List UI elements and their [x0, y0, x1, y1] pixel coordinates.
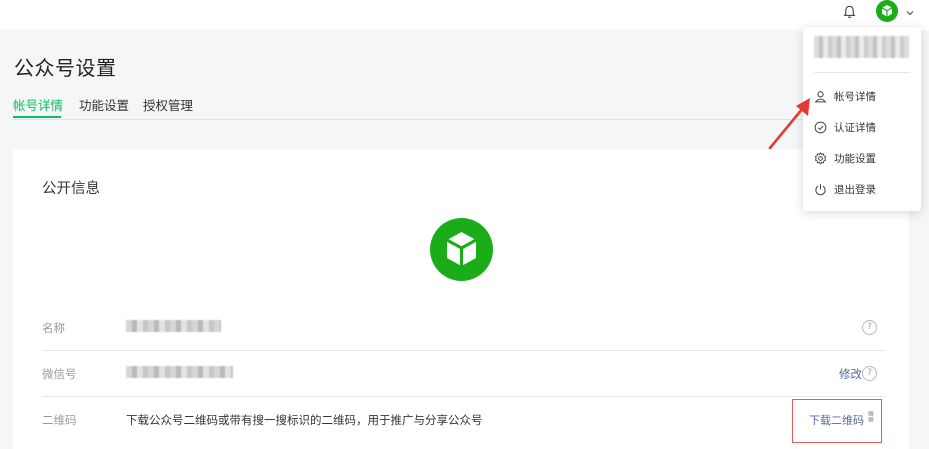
- tab-account-details[interactable]: 帐号详情: [13, 95, 63, 114]
- edit-link[interactable]: 修改: [839, 366, 862, 382]
- account-name-redacted: [814, 36, 909, 58]
- name-row: 名称 ?: [42, 304, 886, 351]
- check-circle-icon: [814, 121, 827, 133]
- menu-item-label: 认证详情: [834, 121, 876, 134]
- menu-item-verification[interactable]: 认证详情: [814, 117, 914, 137]
- qrcode-description: 下载公众号二维码或带有搜一搜标识的二维码，用于推广与分享公众号: [126, 413, 483, 427]
- power-icon: [815, 183, 826, 195]
- download-qrcode-highlight: 下载二维码 ▦ ▦: [792, 399, 882, 443]
- account-avatar: [430, 218, 493, 281]
- bell-icon[interactable]: [836, 0, 862, 24]
- menu-item-account-details[interactable]: 帐号详情: [814, 86, 914, 106]
- chevron-down-icon[interactable]: [904, 4, 916, 16]
- help-icon[interactable]: ?: [862, 366, 877, 381]
- menu-item-label: 功能设置: [834, 152, 876, 165]
- name-label: 名称: [42, 321, 65, 335]
- account-dropdown-menu: 帐号详情 认证详情 功能设置 退出登录: [803, 27, 921, 211]
- gear-icon: [814, 151, 827, 165]
- divider: [814, 72, 910, 73]
- tab-feature-settings[interactable]: 功能设置: [79, 95, 129, 114]
- avatar[interactable]: [874, 0, 900, 22]
- tab-authorization[interactable]: 授权管理: [143, 95, 193, 114]
- tab-bar: 帐号详情 功能设置 授权管理: [13, 94, 810, 120]
- wechat-id-label: 微信号: [42, 367, 77, 381]
- page-title: 公众号设置: [14, 56, 117, 80]
- menu-item-label: 帐号详情: [834, 90, 876, 103]
- menu-item-logout[interactable]: 退出登录: [814, 179, 914, 199]
- qrcode-row: 二维码 下载公众号二维码或带有搜一搜标识的二维码，用于推广与分享公众号: [42, 396, 886, 442]
- menu-item-label: 退出登录: [834, 183, 876, 196]
- wechat-id-value-redacted: [126, 366, 233, 378]
- qrcode-label: 二维码: [42, 413, 77, 427]
- top-bar: [0, 0, 929, 30]
- user-icon: [814, 90, 827, 102]
- public-info-card: 公开信息 名称 ? 微信号 修改 ? 二维码 下载公众号二维码或带有搜一搜标识的…: [13, 149, 909, 449]
- name-value-redacted: [126, 320, 221, 332]
- section-title: 公开信息: [42, 181, 100, 197]
- qrcode-icon[interactable]: ▦ ▦: [868, 411, 878, 423]
- wechat-id-row: 微信号 修改 ?: [42, 350, 886, 397]
- download-qrcode-link[interactable]: 下载二维码: [809, 412, 864, 428]
- active-tab-indicator: [13, 116, 61, 118]
- menu-item-feature-settings[interactable]: 功能设置: [814, 148, 914, 168]
- help-icon[interactable]: ?: [862, 320, 877, 335]
